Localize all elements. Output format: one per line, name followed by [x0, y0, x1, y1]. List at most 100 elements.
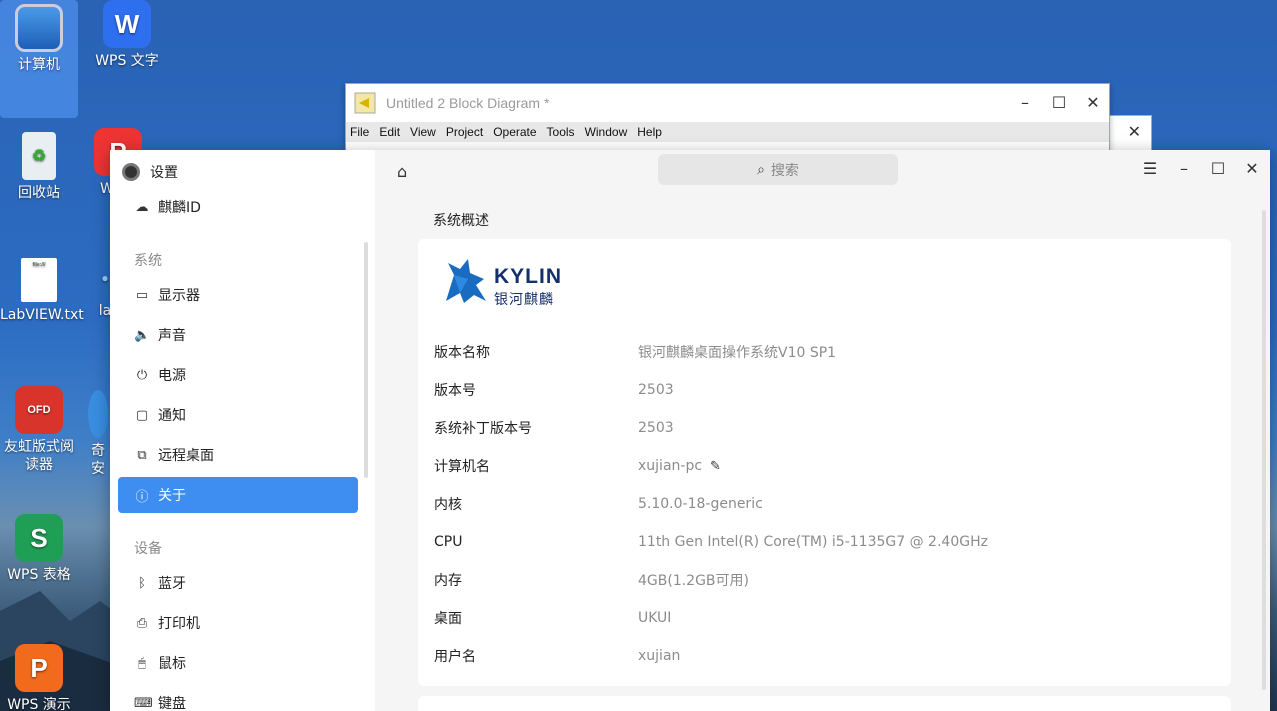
menu-project[interactable]: Project	[446, 125, 483, 139]
maximize-icon[interactable]: ☐	[1208, 158, 1228, 178]
labview-icon	[354, 92, 376, 114]
maximize-icon[interactable]: ☐	[1049, 92, 1069, 112]
close-icon[interactable]: ✕	[1083, 92, 1103, 112]
sidebar-item-power[interactable]: ⏻ 电源	[118, 357, 358, 393]
desktop-icon-label: LabVIEW.txt	[0, 307, 84, 323]
info-key: 版本号	[434, 383, 476, 399]
info-icon: ⓘ	[135, 489, 149, 505]
menu-operate[interactable]: Operate	[493, 125, 536, 139]
info-row-desktop: 桌面 UKUI	[434, 606, 1194, 630]
secondary-card	[418, 696, 1231, 711]
minimize-icon[interactable]: –	[1015, 92, 1035, 112]
close-icon[interactable]: ✕	[1128, 122, 1141, 141]
settings-main: ⌂ ⌕ 搜索 ☰ – ☐ ✕ 系统概述 KYLIN 银河麒麟 版本名称 银河麒麟	[375, 150, 1270, 711]
info-value: UKUI	[638, 610, 672, 626]
edit-pencil-icon[interactable]: ✎	[710, 459, 721, 474]
sidebar-item-label: 麒麟ID	[158, 200, 201, 216]
close-icon[interactable]: ✕	[1242, 158, 1262, 178]
trash-icon: ♻	[22, 132, 56, 180]
info-key: 用户名	[434, 649, 476, 665]
search-placeholder: 搜索	[770, 162, 799, 179]
desktop-icon-wps-sheet[interactable]: S WPS 表格	[0, 514, 78, 584]
wps-presentation-icon: P	[15, 644, 63, 692]
minimize-icon[interactable]: –	[1174, 158, 1194, 178]
speaker-icon: 🔈	[134, 327, 151, 343]
sidebar-item-keyboard[interactable]: ⌨ 键盘	[118, 685, 358, 711]
menu-icon[interactable]: ☰	[1140, 158, 1160, 178]
mouse-icon: 🖱	[138, 655, 146, 671]
text-file-icon: file:///	[21, 258, 57, 302]
monitor-icon: ▭	[135, 287, 149, 303]
remote-desktop-icon: ⧉	[137, 447, 147, 463]
printer-icon: ⎙	[136, 615, 148, 631]
info-value: 银河麒麟桌面操作系统V10 SP1	[638, 345, 837, 361]
desktop-icon-label: WPS 演示	[7, 697, 71, 711]
info-key: 桌面	[434, 611, 462, 627]
menu-file[interactable]: File	[350, 125, 369, 139]
menu-edit[interactable]: Edit	[379, 125, 400, 139]
info-key: 系统补丁版本号	[434, 421, 532, 437]
menu-help[interactable]: Help	[637, 125, 662, 139]
desktop-icon-labview-txt[interactable]: file:/// LabVIEW.txt	[0, 258, 84, 324]
desktop-icon-trash[interactable]: ♻ 回收站	[0, 132, 78, 202]
window-title: Untitled 2 Block Diagram *	[386, 95, 550, 111]
kylin-logo-brand: KYLIN	[494, 265, 562, 288]
sidebar-scrollbar[interactable]	[364, 242, 368, 478]
main-scrollbar[interactable]	[1262, 210, 1266, 690]
desktop-icon-qianxin[interactable]: 奇安	[86, 390, 110, 478]
wps-writer-icon: W	[103, 0, 151, 48]
desktop-icon-wps-presentation[interactable]: P WPS 演示	[0, 644, 78, 711]
computer-icon	[15, 4, 63, 52]
keyboard-icon: ⌨	[134, 695, 153, 711]
sidebar-item-mouse[interactable]: 🖱 鼠标	[118, 645, 358, 681]
bluetooth-icon: ᛒ	[138, 575, 146, 591]
desktop-icon-wps-writer[interactable]: W WPS 文字	[88, 0, 166, 70]
power-icon: ⏻	[136, 367, 148, 383]
sidebar-item-printer[interactable]: ⎙ 打印机	[118, 605, 358, 641]
menu-tools[interactable]: Tools	[547, 125, 575, 139]
labview-titlebar[interactable]: Untitled 2 Block Diagram *	[346, 84, 1109, 122]
search-input[interactable]: ⌕ 搜索	[658, 154, 898, 185]
info-key: 版本名称	[434, 345, 490, 361]
info-key: CPU	[434, 534, 463, 550]
info-row-username: 用户名 xujian	[434, 644, 1194, 668]
section-system-label: 系统	[134, 253, 162, 269]
sidebar-item-label: 通知	[158, 408, 186, 424]
info-value: 11th Gen Intel(R) Core(TM) i5-1135G7 @ 2…	[638, 534, 988, 550]
info-row-kernel: 内核 5.10.0-18-generic	[434, 492, 1194, 516]
app-title: 设置	[150, 165, 178, 181]
sidebar-item-label: 键盘	[158, 696, 186, 711]
sidebar-item-kylin-id[interactable]: ☁ 麒麟ID	[118, 189, 358, 225]
ofd-reader-icon: OFD	[15, 386, 63, 434]
sidebar-item-notify[interactable]: ▢ 通知	[118, 397, 358, 433]
notification-icon: ▢	[135, 407, 149, 423]
desktop-icon-label: 友虹版式阅读器	[4, 439, 74, 473]
desktop-icon-label: WPS 表格	[7, 567, 71, 583]
cloud-icon: ☁	[135, 199, 149, 215]
sidebar-item-display[interactable]: ▭ 显示器	[118, 277, 358, 313]
info-value: 5.10.0-18-generic	[638, 496, 763, 512]
sidebar-item-sound[interactable]: 🔈 声音	[118, 317, 358, 353]
settings-app-icon	[122, 163, 140, 181]
sidebar-item-bluetooth[interactable]: ᛒ 蓝牙	[118, 565, 358, 601]
menu-window[interactable]: Window	[585, 125, 628, 139]
desktop-icon-ofd-reader[interactable]: OFD 友虹版式阅读器	[0, 386, 78, 474]
settings-window[interactable]: 设置 ☁ 麒麟ID 系统 ▭ 显示器 🔈 声音 ⏻ 电源 ▢ 通知 ⧉ 远程桌面…	[110, 150, 1270, 711]
sidebar-item-remote-desktop[interactable]: ⧉ 远程桌面	[118, 437, 358, 473]
qianxin-icon	[88, 390, 108, 438]
info-value: 4GB(1.2GB可用)	[638, 573, 750, 589]
wps-sheet-icon: S	[15, 514, 63, 562]
desktop-icon-computer[interactable]: 计算机	[0, 0, 78, 118]
home-icon[interactable]: ⌂	[397, 162, 407, 181]
info-key: 计算机名	[434, 459, 490, 475]
info-row-patch: 系统补丁版本号 2503	[434, 416, 1194, 440]
system-overview-card: KYLIN 银河麒麟 版本名称 银河麒麟桌面操作系统V10 SP1 版本号 25…	[418, 239, 1231, 686]
menu-view[interactable]: View	[410, 125, 436, 139]
info-row-hostname: 计算机名 xujian-pc ✎	[434, 454, 1194, 478]
sidebar-item-label: 远程桌面	[158, 448, 214, 464]
info-value: xujian-pc	[638, 458, 703, 474]
info-value: xujian	[638, 648, 681, 664]
labview-menubar: File Edit View Project Operate Tools Win…	[346, 122, 1109, 142]
labview-front-panel-window[interactable]: ✕	[1108, 115, 1152, 151]
sidebar-item-about[interactable]: ⓘ 关于	[118, 477, 358, 513]
